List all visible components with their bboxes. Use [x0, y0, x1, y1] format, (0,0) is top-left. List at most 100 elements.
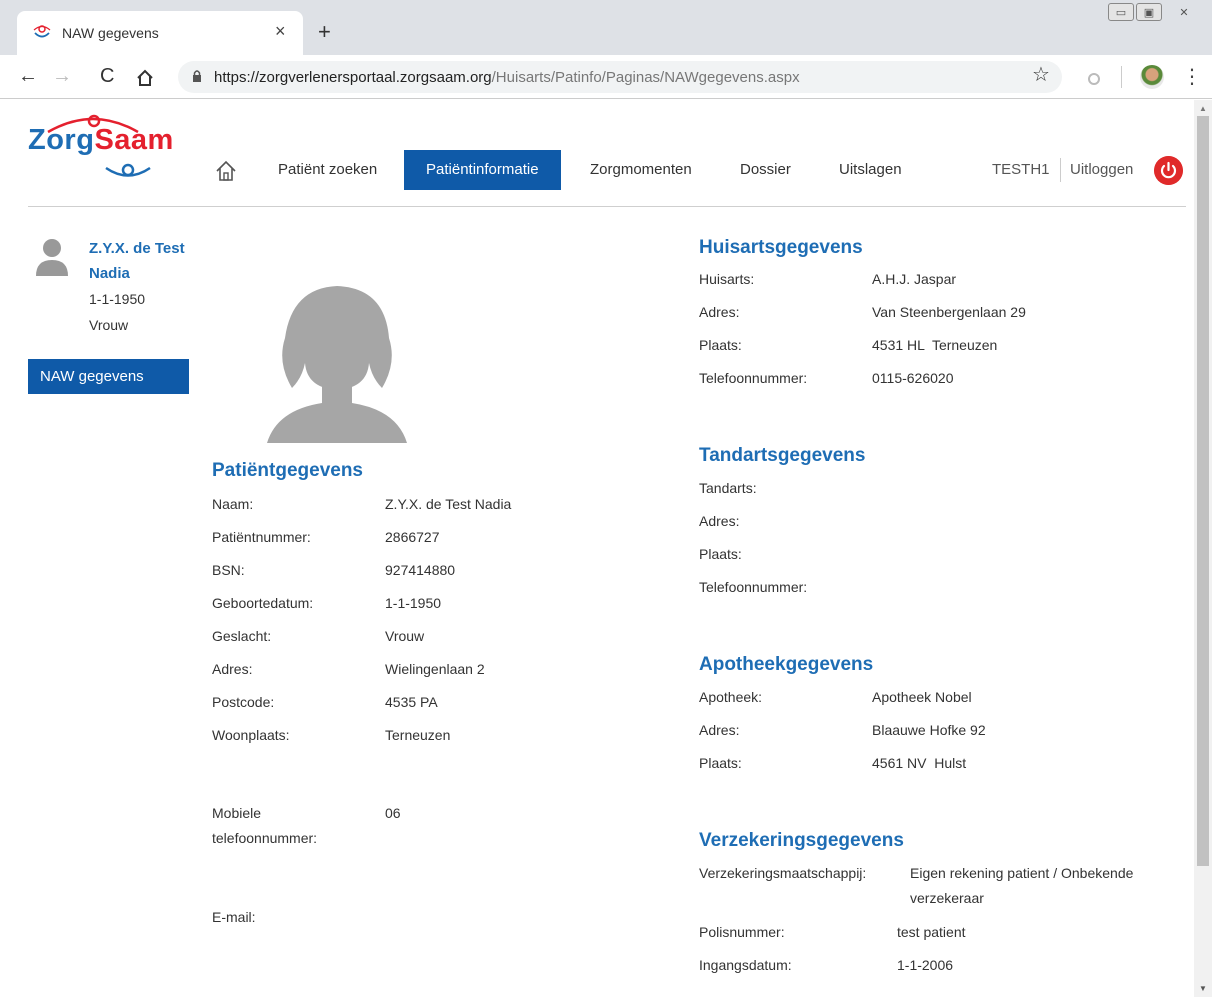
patient-label-woonplaats: Woonplaats: — [212, 727, 290, 743]
patient-value-adres: Wielingenlaan 2 — [385, 661, 485, 677]
huisarts-label-plaats: Plaats: — [699, 337, 742, 353]
logo-text-saam: Saam — [94, 124, 174, 156]
patient-label-naam: Naam: — [212, 496, 254, 512]
patient-value-patientnummer: 2866727 — [385, 529, 440, 545]
sidebar-dob: 1-1-1950 — [89, 291, 146, 307]
patient-label-mobiele: Mobiele — [212, 805, 262, 821]
tandarts-label-adres: Adres: — [699, 513, 740, 529]
apotheek-label-adres: Adres: — [699, 722, 740, 738]
url-path: /Huisarts/Patinfo/Paginas/NAWgegevens.as… — [491, 69, 800, 86]
reload-icon[interactable]: C — [100, 63, 114, 89]
scroll-down-icon[interactable]: ▼ — [1199, 984, 1207, 993]
page-viewport: ZorgSaam Patiënt zoeken Patiëntinformati… — [0, 100, 1194, 997]
huisarts-value-telefoon: 0115-626020 — [872, 370, 954, 386]
extension-icon[interactable] — [1088, 73, 1100, 85]
url-text: https://zorgverlenersportaal.zorgsaam.or… — [214, 69, 800, 86]
browser-tab-strip: NAW gegevens × + ▭ ▣ ✕ — [0, 0, 1212, 55]
patient-value-mobiel: 06 — [385, 805, 401, 821]
tandarts-section-title: Tandartsgegevens — [699, 445, 866, 466]
sidebar-name-line2: Nadia — [89, 265, 130, 282]
power-icon[interactable] — [1154, 156, 1183, 185]
patient-value-geboortedatum: 1-1-1950 — [385, 595, 442, 611]
address-bar: ← → C https://zorgverlenersportaal.zorgs… — [0, 55, 1212, 99]
sidebar-patient-info: 1-1-1950 Vrouw — [89, 286, 145, 338]
forward-icon[interactable]: → — [52, 63, 72, 89]
verzekering-label-maatschappij: Verzekeringsmaatschappij: — [699, 865, 867, 881]
minimize-icon[interactable]: ▭ — [1108, 3, 1134, 21]
home-icon[interactable] — [215, 160, 237, 182]
apotheek-value-plaats: 4561 NV Hulst — [872, 755, 967, 771]
huisarts-label-telefoon: Telefoonnummer: — [699, 370, 808, 386]
user-divider — [1060, 158, 1061, 182]
tandarts-label-telefoon: Telefoonnummer: — [699, 579, 808, 595]
patient-value-bsn: 927414880 — [385, 562, 456, 578]
sidebar-name-line1: Z.Y.X. de Test — [89, 240, 185, 257]
apotheek-label-apotheek: Apotheek: — [699, 689, 763, 705]
patient-label-postcode: Postcode: — [212, 694, 275, 710]
header-divider — [28, 206, 1186, 207]
patient-value-postcode: 4535 PA — [385, 694, 438, 710]
patient-value-woonplaats: Terneuzen — [385, 727, 451, 743]
vertical-scrollbar[interactable]: ▲ ▼ — [1194, 100, 1212, 997]
patient-label-geboortedatum: Geboortedatum: — [212, 595, 314, 611]
scrollbar-thumb[interactable] — [1197, 116, 1209, 866]
close-window-icon[interactable]: ✕ — [1164, 3, 1204, 21]
patient-label-email: E-mail: — [212, 909, 256, 925]
window-controls: ▭ ▣ ✕ — [1108, 3, 1204, 21]
browser-tab[interactable]: NAW gegevens × — [17, 11, 303, 55]
nav-patientinformatie[interactable]: Patiëntinformatie — [404, 150, 561, 190]
new-tab-icon[interactable]: + — [318, 21, 331, 43]
nav-uitslagen[interactable]: Uitslagen — [839, 150, 902, 190]
logo-text-zorg: Zorg — [28, 124, 95, 156]
logo-text: ZorgSaam — [28, 124, 174, 157]
verzekering-label-polis: Polisnummer: — [699, 924, 785, 940]
back-icon[interactable]: ← — [18, 63, 38, 89]
scroll-up-icon[interactable]: ▲ — [1199, 104, 1207, 113]
verzekering-value-polis: test patient — [897, 924, 966, 940]
huisarts-value-adres: Van Steenbergenlaan 29 — [872, 304, 1026, 320]
bookmark-star-icon[interactable]: ☆ — [1032, 62, 1050, 87]
sidebar-patient-name: Z.Y.X. de Test Nadia — [89, 236, 185, 286]
apotheek-value-apotheek: Apotheek Nobel — [872, 689, 972, 705]
huisarts-section-title: Huisartsgegevens — [699, 237, 863, 258]
patient-label-geslacht: Geslacht: — [212, 628, 272, 644]
tab-close-icon[interactable]: × — [275, 21, 286, 42]
verzekering-value-maatschappij-2: verzekeraar — [910, 890, 984, 906]
tandarts-label-tandarts: Tandarts: — [699, 480, 757, 496]
profile-avatar[interactable] — [1140, 65, 1164, 89]
nav-patient-zoeken[interactable]: Patiënt zoeken — [278, 150, 377, 190]
maximize-icon[interactable]: ▣ — [1136, 3, 1162, 21]
patient-label-patientnummer: Patiëntnummer: — [212, 529, 311, 545]
zorgsaam-favicon-icon — [33, 25, 51, 38]
lock-icon — [193, 70, 201, 82]
huisarts-value-huisarts: A.H.J. Jaspar — [872, 271, 957, 287]
url-field[interactable]: https://zorgverlenersportaal.zorgsaam.or… — [178, 61, 1062, 93]
sidebar-gender: Vrouw — [89, 317, 129, 333]
patient-photo-placeholder — [267, 286, 407, 443]
nav-dossier[interactable]: Dossier — [740, 150, 791, 190]
menu-kebab-icon[interactable]: ⋮ — [1182, 64, 1202, 89]
verzekering-section-title: Verzekeringsgegevens — [699, 830, 904, 851]
verzekering-label-ingang: Ingangsdatum: — [699, 957, 792, 973]
patient-label-telefoonnummer: telefoonnummer: — [212, 830, 318, 846]
patient-value-naam: Z.Y.X. de Test Nadia — [385, 496, 512, 512]
url-host: https://zorgverlenersportaal.zorgsaam.or… — [214, 69, 492, 86]
person-icon — [36, 239, 68, 276]
patient-label-adres: Adres: — [212, 661, 253, 677]
sidebar-item-naw-gegevens[interactable]: NAW gegevens — [28, 359, 189, 394]
zorgsaam-logo[interactable]: ZorgSaam — [28, 108, 178, 183]
huisarts-label-huisarts: Huisarts: — [699, 271, 755, 287]
apotheek-label-plaats: Plaats: — [699, 755, 742, 771]
user-name: TESTH1 — [992, 161, 1050, 178]
huisarts-value-plaats: 4531 HL Terneuzen — [872, 337, 998, 353]
apotheek-section-title: Apotheekgegevens — [699, 654, 874, 675]
patient-label-bsn: BSN: — [212, 562, 245, 578]
nav-zorgmomenten[interactable]: Zorgmomenten — [590, 150, 692, 190]
verzekering-value-maatschappij-1: Eigen rekening patient / Onbekende — [910, 865, 1134, 881]
apotheek-value-adres: Blaauwe Hofke 92 — [872, 722, 986, 738]
logout-link[interactable]: Uitloggen — [1070, 150, 1133, 190]
toolbar-divider — [1121, 66, 1122, 88]
home-browser-icon[interactable] — [136, 69, 154, 87]
patient-section-title: Patiëntgegevens — [212, 460, 363, 481]
tab-title: NAW gegevens — [62, 25, 159, 41]
